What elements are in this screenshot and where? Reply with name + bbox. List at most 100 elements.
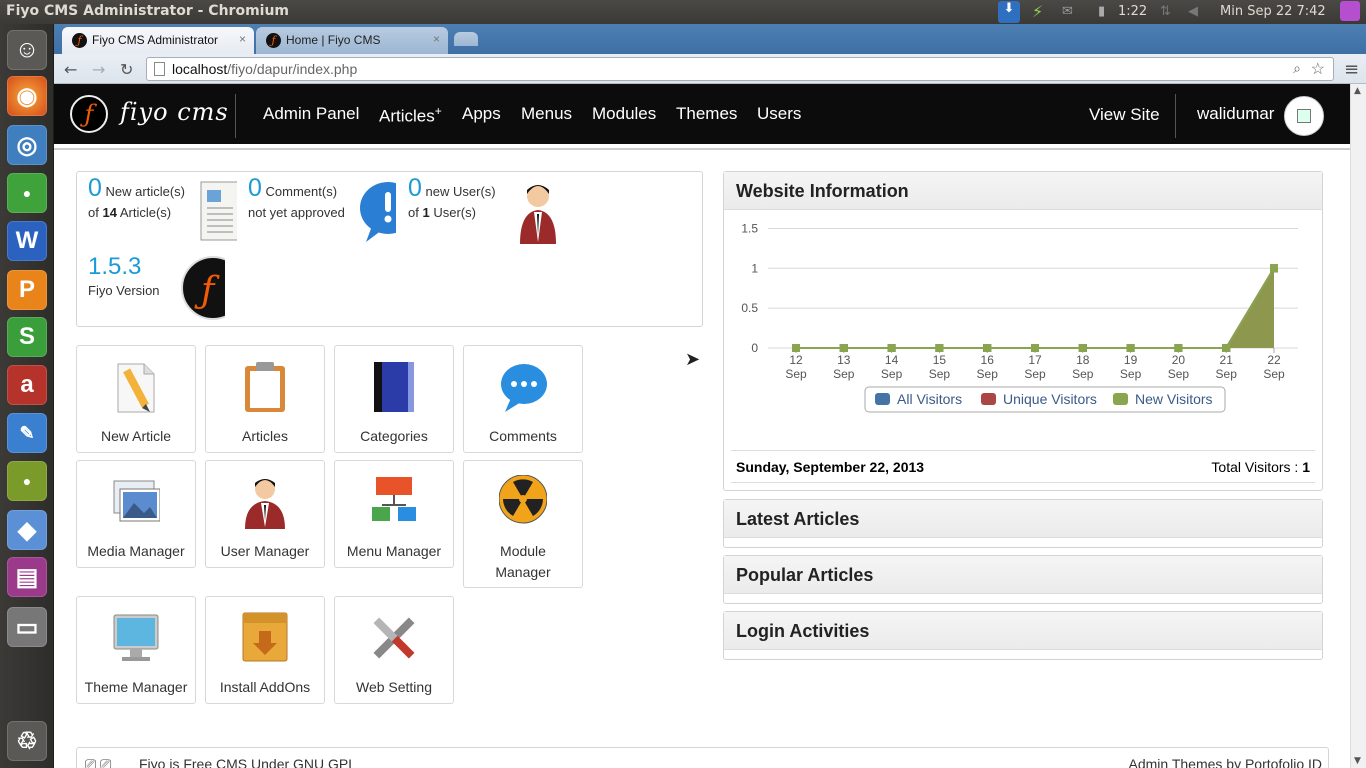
mouse-cursor-icon: ➤ — [685, 349, 701, 369]
comments-count: 0 — [248, 174, 262, 202]
drive-icon[interactable]: ▭ — [7, 607, 47, 647]
tile-comments[interactable]: Comments — [463, 345, 583, 453]
fiyo-version-logo-icon: ƒ — [179, 252, 225, 320]
firefox-icon[interactable]: ◉ — [7, 76, 47, 116]
version-label: Fiyo Version — [88, 283, 160, 298]
tab-fiyo-admin[interactable]: ƒ Fiyo CMS Administrator × — [62, 27, 254, 54]
tools-app-icon[interactable]: ✎ — [7, 413, 47, 453]
data-point — [1126, 344, 1135, 352]
x-tick-label: 22 — [1267, 353, 1281, 367]
footer-left-text: Fiyo is Free CMS Under GNU GPL — [139, 756, 357, 768]
panel-title[interactable]: Website Information — [724, 172, 1322, 210]
download-icon[interactable]: ⬇ — [998, 1, 1020, 23]
trash-icon[interactable]: ♲ — [7, 721, 47, 761]
username[interactable]: walidumar — [1197, 104, 1274, 124]
game2-icon[interactable]: ● — [7, 461, 47, 501]
tile-new-article[interactable]: New Article — [76, 345, 196, 453]
new-users-label: new User(s) — [425, 184, 496, 199]
scroll-down-icon[interactable]: ▼ — [1354, 756, 1361, 766]
tile-label: Menu Manager — [346, 543, 442, 559]
amazon-icon[interactable]: a — [7, 365, 47, 405]
fiyo-logo-icon[interactable]: ƒ — [70, 95, 108, 133]
tile-module-manager[interactable]: Module Manager — [463, 460, 583, 588]
broken-image-icon — [1297, 109, 1311, 123]
footer: ⎚ ⎚ Fiyo is Free CMS Under GNU GPL Admin… — [76, 747, 1329, 768]
x-tick-label: Sep — [1024, 367, 1046, 381]
nav-admin-panel[interactable]: Admin Panel — [263, 104, 359, 124]
tab-label: Fiyo CMS Administrator — [92, 33, 219, 47]
legend-label: Unique Visitors — [1003, 391, 1097, 407]
y-tick-label: 1.5 — [741, 221, 758, 235]
stat-comments[interactable]: 0 Comment(s) not yet approved — [248, 176, 345, 223]
articles-of: of — [88, 205, 99, 220]
menu-icon[interactable]: ≡ — [1344, 59, 1359, 80]
reload-icon[interactable]: ↻ — [120, 60, 133, 79]
user-avatar-icon — [518, 178, 556, 246]
book-icon — [370, 360, 418, 414]
url-path: /fiyo/dapur/index.php — [227, 61, 358, 77]
x-tick-label: Sep — [1120, 367, 1142, 381]
power-icon[interactable]: ⚡ — [1032, 2, 1043, 21]
scroll-up-icon[interactable]: ▲ — [1354, 86, 1361, 96]
nav-menus[interactable]: Menus — [521, 104, 572, 124]
total-visitors: Total Visitors : 1 — [1211, 459, 1310, 475]
address-bar[interactable]: localhost/fiyo/dapur/index.php ⌕ ☆ — [146, 57, 1334, 81]
session-icon[interactable] — [1340, 1, 1360, 21]
battery-icon[interactable]: ▮ — [1098, 4, 1105, 19]
zoom-icon[interactable]: ⌕ — [1293, 60, 1301, 77]
new-articles-label: New article(s) — [105, 184, 185, 199]
nav-articles[interactable]: Articles+ — [379, 104, 442, 127]
monitor-icon — [112, 611, 160, 665]
workspace-icon[interactable]: ▤ — [7, 557, 47, 597]
bookmark-star-icon[interactable]: ☆ — [1311, 59, 1325, 79]
panel-title[interactable]: Login Activities — [724, 612, 1322, 650]
clock[interactable]: Min Sep 22 7:42 — [1220, 4, 1326, 19]
comments-label: Comment(s) — [265, 184, 338, 199]
tile-label: New Article — [100, 428, 172, 444]
spreadsheet-icon[interactable]: S — [7, 317, 47, 357]
nav-apps[interactable]: Apps — [462, 104, 501, 124]
close-tab-icon[interactable]: × — [433, 32, 440, 46]
stat-articles[interactable]: 0 New article(s) of 14 Article(s) — [88, 176, 185, 223]
writer-icon[interactable]: W — [7, 221, 47, 261]
brand-name[interactable]: fiyo cms — [120, 98, 229, 126]
new-tab-button[interactable] — [454, 32, 478, 46]
battery-time[interactable]: 1:22 — [1118, 4, 1147, 19]
x-tick-label: 20 — [1172, 353, 1186, 367]
stat-users[interactable]: 0 new User(s) of 1 User(s) — [408, 176, 496, 223]
tile-menu-manager[interactable]: Menu Manager — [334, 460, 454, 568]
tile-user-manager[interactable]: User Manager — [205, 460, 325, 568]
game-icon[interactable]: ● — [7, 173, 47, 213]
nav-users[interactable]: Users — [757, 104, 801, 124]
tab-fiyo-home[interactable]: ƒ Home | Fiyo CMS × — [256, 27, 448, 54]
tile-articles[interactable]: Articles — [205, 345, 325, 453]
nav-modules[interactable]: Modules — [592, 104, 656, 124]
tile-categories[interactable]: Categories — [334, 345, 454, 453]
tile-media-manager[interactable]: Media Manager — [76, 460, 196, 568]
panel-title[interactable]: Popular Articles — [724, 556, 1322, 594]
presentation-icon[interactable]: P — [7, 270, 47, 310]
footer-credit-link[interactable]: Admin Themes by Portofolio ID — [1129, 756, 1323, 768]
chromium-icon[interactable]: ◎ — [7, 125, 47, 165]
pencil-document-icon — [112, 360, 160, 414]
tile-install-addons[interactable]: Install AddOns — [205, 596, 325, 704]
dash-icon[interactable]: ☺ — [7, 30, 47, 70]
avatar[interactable] — [1284, 96, 1324, 136]
network-icon[interactable]: ⇅ — [1160, 4, 1171, 19]
panel-title[interactable]: Latest Articles — [724, 500, 1322, 538]
nav-themes[interactable]: Themes — [676, 104, 737, 124]
tile-theme-manager[interactable]: Theme Manager — [76, 596, 196, 704]
tile-web-setting[interactable]: Web Setting — [334, 596, 454, 704]
forward-icon[interactable]: → — [92, 60, 105, 79]
page-scrollbar[interactable]: ▲ ▼ — [1350, 84, 1366, 768]
back-icon[interactable]: ← — [64, 60, 77, 79]
articles-total-label: Article(s) — [119, 205, 172, 220]
users-of: of — [408, 205, 419, 220]
new-articles-count: 0 — [88, 174, 102, 202]
close-tab-icon[interactable]: × — [239, 32, 246, 46]
stat-version: 1.5.3 Fiyo Version — [88, 255, 160, 301]
box-app-icon[interactable]: ◆ — [7, 510, 47, 550]
volume-icon[interactable]: ◀ — [1188, 4, 1198, 19]
view-site-link[interactable]: View Site — [1089, 105, 1160, 125]
mail-icon[interactable]: ✉ — [1062, 4, 1073, 19]
